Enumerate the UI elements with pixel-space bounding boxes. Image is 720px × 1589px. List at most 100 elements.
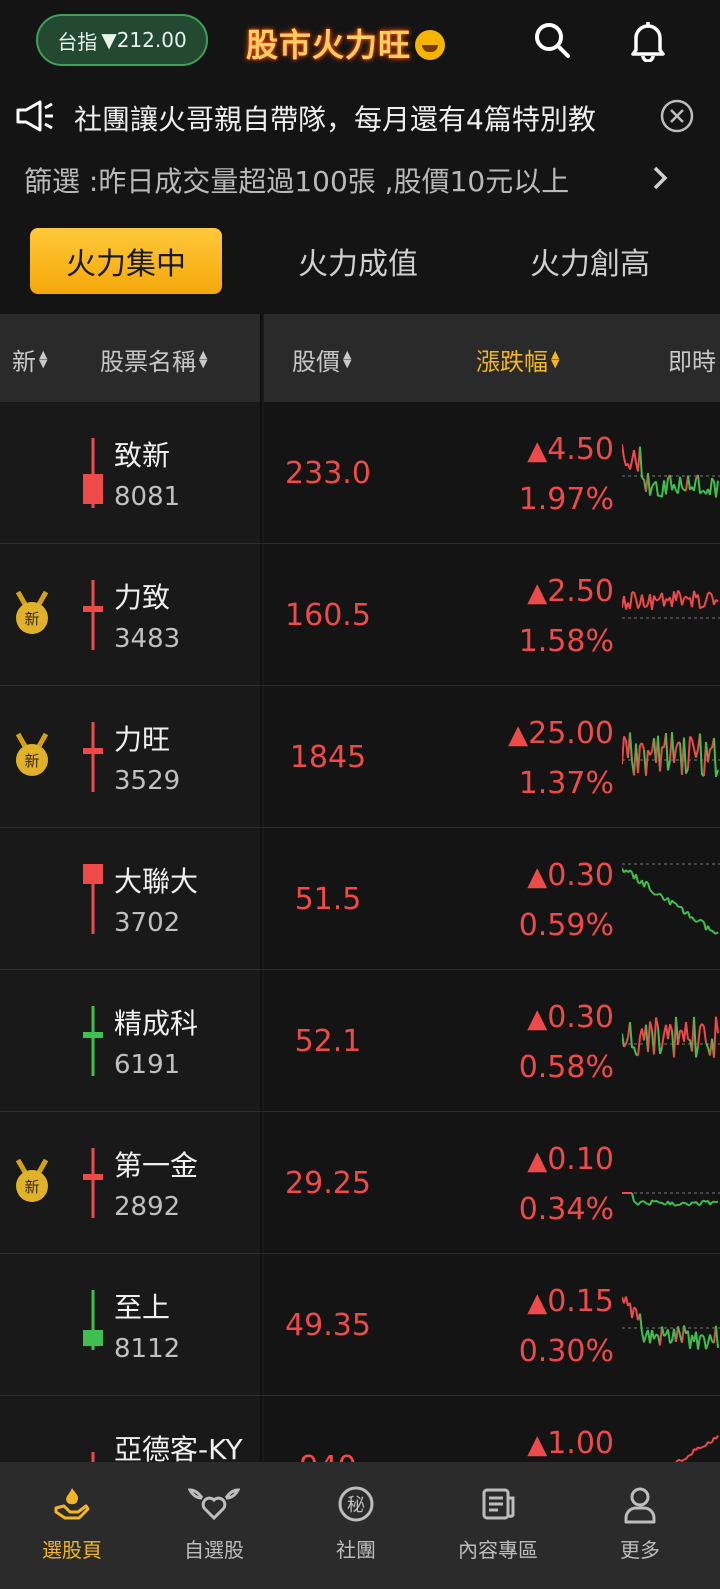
new-badge-text: 新	[24, 610, 39, 628]
change-percent: 0.30%	[518, 1334, 614, 1369]
stock-code: 8081	[114, 482, 181, 512]
change-amount: ▲0.10	[527, 1142, 614, 1177]
announcement-bar[interactable]: 社團讓火哥親自帶隊，每月還有4篇特別教	[0, 90, 720, 142]
nav-stock-picker[interactable]: 選股頁	[0, 1462, 144, 1589]
tab-fire-high[interactable]: 火力創高	[494, 228, 686, 294]
stock-code: 3702	[114, 908, 181, 938]
table-row[interactable]: 至上 8112 49.35 ▲0.15 0.30%	[0, 1254, 720, 1396]
candlestick-icon	[83, 1290, 103, 1350]
newspaper-icon	[482, 1488, 515, 1520]
change-percent: 0.58%	[518, 1050, 614, 1085]
announcement-text: 社團讓火哥親自帶隊，每月還有4篇特別教	[74, 103, 596, 136]
change-amount: ▲2.50	[527, 574, 614, 609]
intraday-sparkline	[622, 863, 720, 935]
change-percent: 1.37%	[518, 766, 614, 801]
index-value: ▼212.00	[101, 28, 187, 52]
stock-price: 49.35	[285, 1308, 371, 1343]
table-header: 新 ▲ ▼ 股票名稱 ▲ ▼ 股價 ▲ ▼ 漲跌幅 ▲ ▼ 即時	[0, 314, 720, 402]
nav-label: 自選股	[184, 1538, 244, 1562]
table-row[interactable]: 新 力旺 3529 1845 ▲25.00 1.37%	[0, 686, 720, 828]
table-row[interactable]: 新 力致 3483 160.5 ▲2.50 1.58%	[0, 544, 720, 686]
search-icon[interactable]	[530, 18, 574, 62]
bell-icon[interactable]	[626, 18, 670, 62]
up-triangle-icon: ▲	[527, 436, 548, 466]
nav-more[interactable]: 更多	[568, 1462, 712, 1589]
change-amount: ▲4.50	[527, 432, 614, 467]
stock-price: 51.5	[294, 882, 362, 917]
secret-badge-icon: 秘	[338, 1486, 374, 1522]
bottom-nav: 選股頁 自選股 秘 社團 內容專區 更多	[0, 1462, 720, 1589]
change-percent: 1.97%	[518, 482, 614, 517]
new-badge-text: 新	[24, 752, 39, 770]
tab-bar: 火力集中 火力成值 火力創高	[0, 228, 720, 296]
winged-heart-icon	[188, 1488, 240, 1521]
stock-price: 160.5	[285, 598, 371, 633]
sort-icon: ▲ ▼	[39, 348, 48, 370]
top-bar: 台指 ▼212.00 股市火力旺	[0, 0, 720, 88]
stock-name: 力致	[114, 581, 171, 614]
candlestick-icon	[83, 580, 103, 650]
new-badge-text: 新	[24, 1178, 39, 1196]
change-amount: ▲0.30	[527, 1000, 614, 1035]
nav-label: 更多	[620, 1538, 660, 1562]
nav-watchlist[interactable]: 自選股	[142, 1462, 286, 1589]
stock-name: 第一金	[114, 1149, 199, 1182]
stock-price: 29.25	[285, 1166, 371, 1201]
stock-price: 233.0	[285, 456, 371, 491]
stock-name: 至上	[114, 1291, 171, 1324]
sort-icon: ▲ ▼	[343, 348, 352, 370]
up-triangle-icon: ▲	[527, 578, 548, 608]
new-medal-icon: 新	[15, 1158, 49, 1202]
sort-desc-icon: ▲ ▼	[551, 348, 560, 370]
change-percent: 0.34%	[518, 1192, 614, 1227]
stock-code: 3529	[114, 766, 181, 796]
candlestick-icon	[83, 1148, 103, 1218]
table-row[interactable]: 新 第一金 2892 29.25 ▲0.10 0.34%	[0, 1112, 720, 1254]
grin-emoji-icon	[415, 30, 446, 60]
stock-code: 2892	[114, 1192, 181, 1222]
stock-name: 力旺	[114, 723, 171, 756]
candlestick-icon	[83, 864, 103, 934]
header-realtime[interactable]: 即時	[668, 342, 716, 377]
up-triangle-icon: ▲	[527, 1430, 548, 1460]
app-logo: 股市火力旺	[246, 20, 446, 66]
logo-text: 股市火力旺	[246, 26, 412, 64]
up-triangle-icon: ▲	[527, 1146, 548, 1176]
close-icon[interactable]	[660, 99, 694, 133]
change-amount: ▲1.00	[527, 1426, 614, 1461]
filter-row[interactable]: 篩選 :昨日成交量超過100張 ,股價10元以上	[0, 150, 720, 206]
index-pill[interactable]: 台指 ▼212.00	[36, 14, 208, 66]
stock-code: 6191	[114, 1050, 181, 1080]
header-price[interactable]: 股價 ▲ ▼	[292, 342, 351, 377]
stock-code: 3483	[114, 624, 181, 654]
table-row[interactable]: 精成科 6191 52.1 ▲0.30 0.58%	[0, 970, 720, 1112]
header-change[interactable]: 漲跌幅 ▲ ▼	[476, 342, 559, 377]
filter-text: 篩選 :昨日成交量超過100張 ,股價10元以上	[24, 165, 570, 198]
stock-price: 52.1	[294, 1024, 362, 1059]
nav-label: 選股頁	[42, 1538, 102, 1562]
stock-name: 大聯大	[114, 865, 199, 898]
tab-fire-concentration[interactable]: 火力集中	[30, 228, 222, 294]
table-row[interactable]: 大聯大 3702 51.5 ▲0.30 0.59%	[0, 828, 720, 970]
candlestick-icon	[83, 722, 103, 792]
candlestick-icon	[83, 1006, 103, 1076]
up-triangle-icon: ▲	[508, 720, 529, 750]
user-icon	[624, 1487, 656, 1524]
tab-fire-turnover[interactable]: 火力成值	[262, 228, 454, 294]
intraday-sparkline	[622, 1192, 720, 1207]
hand-flame-icon	[54, 1488, 90, 1520]
new-medal-icon: 新	[15, 590, 49, 634]
stock-code: 8112	[114, 1334, 181, 1364]
table-row[interactable]: 致新 8081 233.0 ▲4.50 1.97%	[0, 402, 720, 544]
stock-price: 1845	[289, 740, 367, 775]
nav-content[interactable]: 內容專區	[426, 1462, 570, 1589]
intraday-sparkline	[622, 590, 720, 619]
header-stock-name[interactable]: 股票名稱 ▲ ▼	[100, 342, 207, 377]
change-percent: 0.59%	[518, 908, 614, 943]
nav-label: 內容專區	[458, 1538, 538, 1562]
stock-name: 致新	[114, 439, 171, 472]
intraday-sparkline	[622, 444, 720, 498]
nav-community[interactable]: 秘 社團	[284, 1462, 428, 1589]
header-new[interactable]: 新 ▲ ▼	[12, 342, 47, 377]
new-medal-icon: 新	[15, 732, 49, 776]
